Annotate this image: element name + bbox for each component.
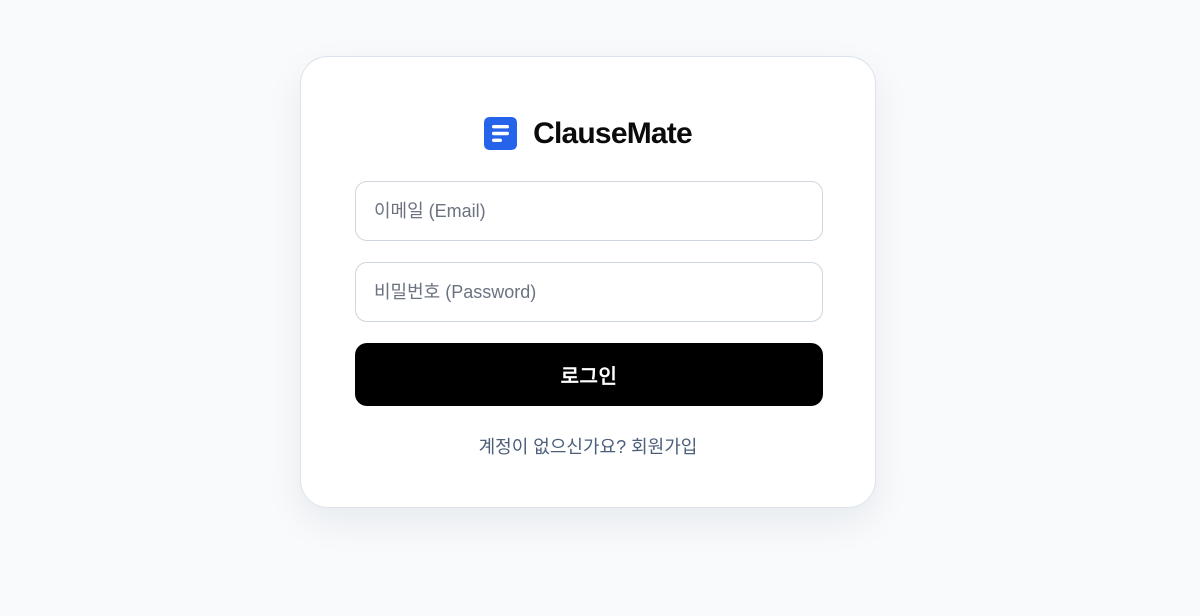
signup-link[interactable]: 계정이 없으신가요? 회원가입 [479,437,698,457]
brand-name: ClauseMate [533,117,693,150]
password-input[interactable] [355,262,823,322]
brand-header: ClauseMate [301,117,875,150]
login-card: ClauseMate 로그인 계정이 없으신가요? 회원가입 [300,56,876,508]
document-lines-icon [484,117,518,150]
login-button[interactable]: 로그인 [355,343,823,406]
login-page: ClauseMate 로그인 계정이 없으신가요? 회원가입 [0,0,1200,616]
email-input[interactable] [355,181,823,241]
signup-prompt: 계정이 없으신가요? 회원가입 [301,433,875,459]
